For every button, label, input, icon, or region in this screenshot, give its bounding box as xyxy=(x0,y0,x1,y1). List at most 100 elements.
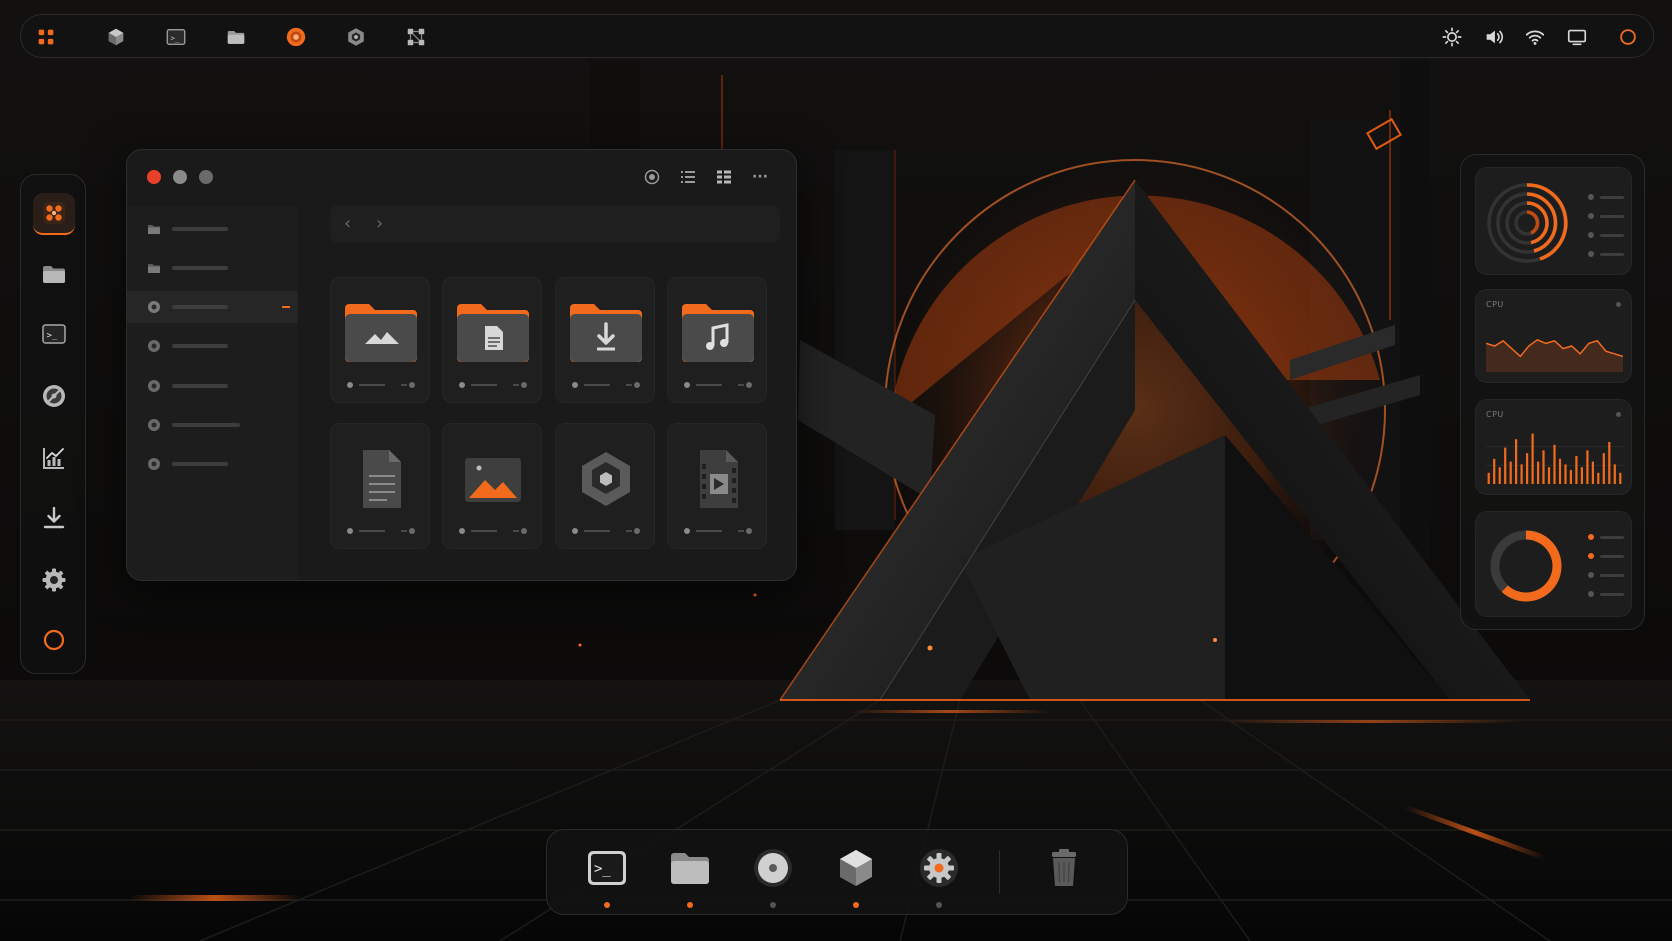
network-icon[interactable] xyxy=(399,20,433,54)
dock-package-button[interactable] xyxy=(832,844,880,892)
dock-item-disc[interactable] xyxy=(33,375,75,417)
apps-grid-icon[interactable] xyxy=(29,20,63,54)
more-icon[interactable]: ··· xyxy=(749,166,771,188)
dock-item-downloads[interactable] xyxy=(33,497,75,539)
sidebar-item-active[interactable] xyxy=(127,291,298,323)
dock-item-terminal[interactable]: >_ xyxy=(33,313,75,355)
idle-indicator xyxy=(770,902,776,908)
cpu-bar xyxy=(1564,464,1567,484)
back-button[interactable]: ‹ xyxy=(344,213,351,234)
running-indicator xyxy=(853,902,859,908)
folder-icon xyxy=(148,264,160,273)
cpu-bar xyxy=(1558,458,1562,484)
running-indicator xyxy=(604,902,610,908)
dock-terminal-button[interactable]: >_ xyxy=(583,844,631,892)
usage-donut-widget[interactable] xyxy=(1475,511,1632,617)
wifi-icon[interactable] xyxy=(1518,20,1552,54)
image-file-icon xyxy=(465,458,521,502)
file-item-documents-folder[interactable] xyxy=(442,277,542,403)
brightness-icon[interactable] xyxy=(1435,20,1469,54)
file-manager-window: ··· ‹ › xyxy=(126,149,797,581)
file-item-pictures-folder[interactable] xyxy=(330,277,430,403)
sidebar-item[interactable] xyxy=(127,409,298,441)
dock-item-charts[interactable] xyxy=(33,437,75,479)
cpu-bar xyxy=(1580,467,1583,484)
dock-files-button[interactable] xyxy=(666,844,714,892)
bottom-dock: >_ xyxy=(546,829,1128,915)
radial-activity-widget[interactable] xyxy=(1475,167,1632,275)
display-icon[interactable] xyxy=(1560,20,1594,54)
dock-item-power[interactable] xyxy=(33,619,75,661)
volume-icon[interactable] xyxy=(1477,20,1511,54)
terminal-icon[interactable]: >_ xyxy=(159,20,193,54)
drive-icon xyxy=(148,301,160,313)
cpu-bar-chart xyxy=(1486,433,1623,484)
package-icon[interactable] xyxy=(99,20,133,54)
close-window-button[interactable] xyxy=(147,170,161,184)
file-item-package[interactable] xyxy=(555,423,655,549)
dock-item-apps[interactable] xyxy=(33,193,75,235)
cpu-bar xyxy=(1575,456,1578,484)
drive-icon xyxy=(148,380,160,392)
dock-item-settings[interactable] xyxy=(33,559,75,601)
video-file-icon xyxy=(700,450,738,508)
widget-label: CPU xyxy=(1486,300,1504,309)
dock-settings-button[interactable] xyxy=(915,844,963,892)
maximize-window-button[interactable] xyxy=(199,170,213,184)
cpu-bar xyxy=(1526,453,1529,484)
power-icon[interactable] xyxy=(1611,20,1645,54)
cpu-bar xyxy=(1515,439,1518,484)
sidebar-item[interactable] xyxy=(127,330,298,362)
gear-icon xyxy=(920,849,958,887)
folder-icon[interactable] xyxy=(219,20,253,54)
terminal-icon: >_ xyxy=(588,851,626,885)
cpu-bar xyxy=(1613,464,1616,484)
radial-rings-chart xyxy=(1487,183,1568,263)
window-titlebar[interactable]: ··· xyxy=(127,150,796,206)
donut-value-arc xyxy=(1501,530,1562,602)
top-panel: >_ xyxy=(20,14,1654,58)
hexagon-app-icon[interactable] xyxy=(339,20,373,54)
dock-browser-button[interactable] xyxy=(749,844,797,892)
trash-icon xyxy=(1052,849,1076,886)
sidebar-item[interactable] xyxy=(127,252,298,284)
dock-item-files[interactable] xyxy=(33,253,75,295)
cpu-line-widget[interactable]: CPU xyxy=(1475,289,1632,383)
gear-icon xyxy=(42,568,66,592)
sidebar-item[interactable] xyxy=(127,213,298,245)
file-item-video[interactable] xyxy=(667,423,767,549)
browser-icon[interactable] xyxy=(279,20,313,54)
drive-icon xyxy=(148,419,160,431)
file-item-text-document[interactable] xyxy=(330,423,430,549)
forward-button[interactable]: › xyxy=(376,213,383,234)
package-file-icon xyxy=(582,452,630,506)
folder-icon xyxy=(43,266,65,283)
dock-separator xyxy=(999,850,1000,894)
list-view-icon[interactable] xyxy=(677,166,699,188)
downloads-folder-icon xyxy=(570,304,642,362)
file-item-downloads-folder[interactable] xyxy=(555,277,655,403)
cpu-bar xyxy=(1553,444,1556,484)
file-item-music-folder[interactable] xyxy=(667,277,767,403)
dock-trash-button[interactable] xyxy=(1040,844,1088,892)
terminal-prompt-glyph: >_ xyxy=(47,331,58,341)
cpu-bar xyxy=(1487,472,1490,484)
download-icon xyxy=(43,506,65,529)
minimize-window-button[interactable] xyxy=(173,170,187,184)
disc-icon xyxy=(43,385,65,407)
browser-icon xyxy=(754,849,792,887)
cpu-bar xyxy=(1537,461,1540,484)
cpu-bars-widget[interactable]: CPU xyxy=(1475,399,1632,495)
drive-icon xyxy=(148,458,160,470)
cpu-line-chart xyxy=(1486,338,1623,372)
file-item-image[interactable] xyxy=(442,423,542,549)
path-bar[interactable]: ‹ › xyxy=(330,205,780,243)
cpu-bar xyxy=(1547,467,1551,484)
sidebar-item[interactable] xyxy=(127,370,298,402)
idle-indicator xyxy=(936,902,942,908)
sidebar-item[interactable] xyxy=(127,448,298,480)
cpu-bar xyxy=(1608,442,1611,484)
record-icon[interactable] xyxy=(641,166,663,188)
grid-view-icon[interactable] xyxy=(713,166,735,188)
cpu-bar xyxy=(1542,450,1545,484)
